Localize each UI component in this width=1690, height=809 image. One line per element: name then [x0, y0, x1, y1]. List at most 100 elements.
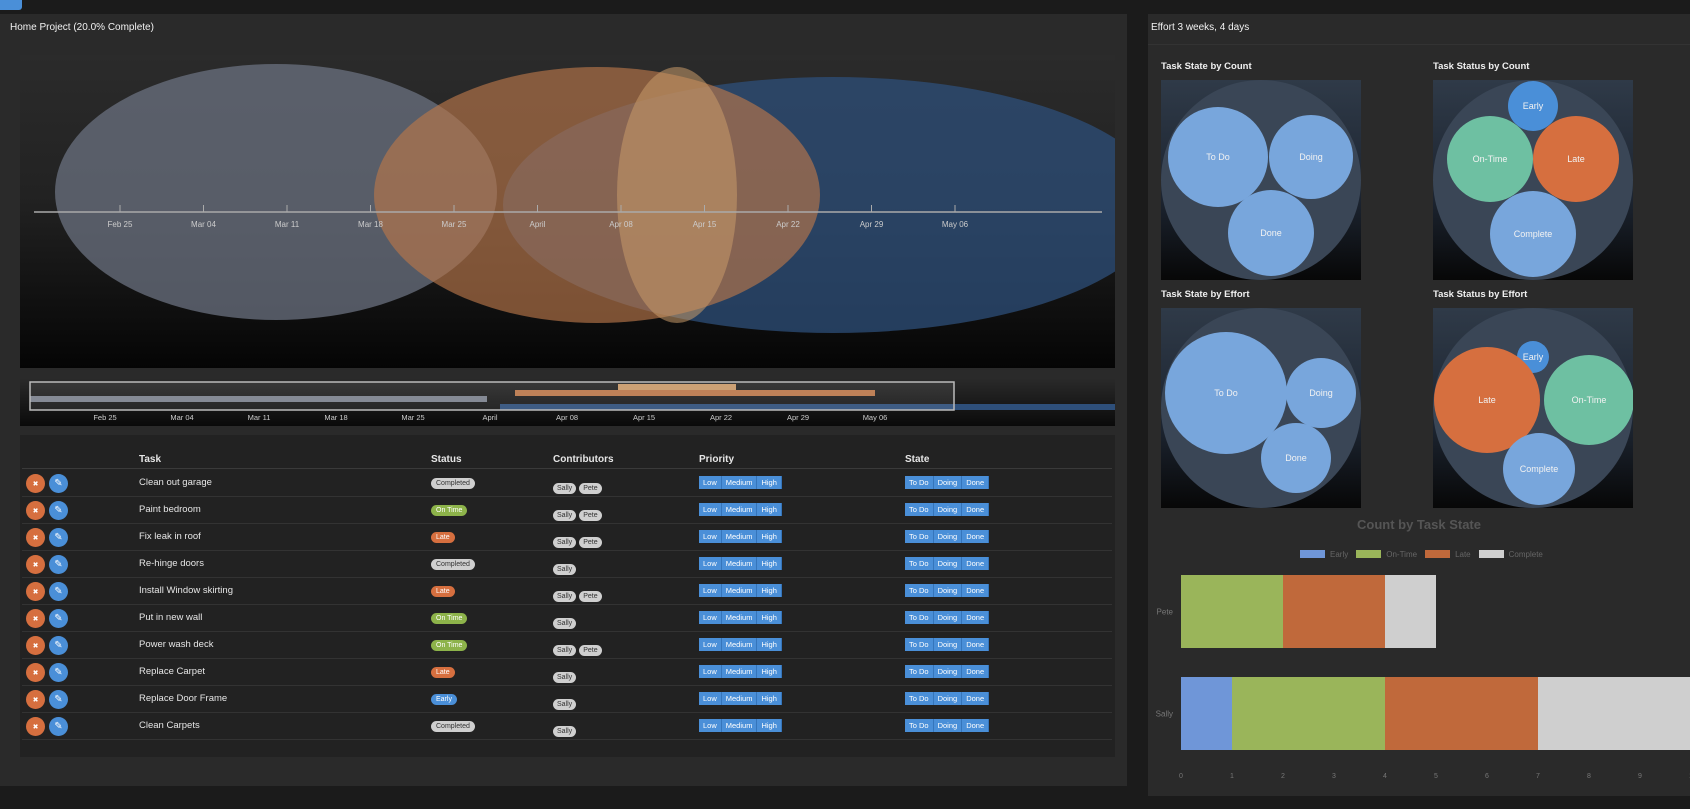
- priority-option[interactable]: High: [757, 476, 782, 489]
- bar-segment-late[interactable]: [1283, 575, 1385, 648]
- state-option[interactable]: To Do: [905, 584, 934, 597]
- priority-option[interactable]: Low: [699, 719, 722, 732]
- priority-option[interactable]: High: [757, 584, 782, 597]
- state-option[interactable]: To Do: [905, 476, 934, 489]
- state-option[interactable]: Doing: [933, 719, 963, 732]
- priority-option[interactable]: High: [757, 530, 782, 543]
- state-option[interactable]: Done: [962, 611, 990, 624]
- state-option[interactable]: Doing: [933, 530, 963, 543]
- state-option[interactable]: Done: [962, 638, 990, 651]
- state-option[interactable]: Doing: [933, 557, 963, 570]
- delete-button[interactable]: ✖: [26, 717, 45, 736]
- edit-button[interactable]: ✎: [49, 474, 68, 493]
- state-option[interactable]: To Do: [905, 530, 934, 543]
- state-option[interactable]: Doing: [933, 476, 963, 489]
- priority-option[interactable]: High: [757, 665, 782, 678]
- state-option[interactable]: Doing: [933, 665, 963, 678]
- priority-option[interactable]: Low: [699, 476, 722, 489]
- priority-option[interactable]: Medium: [721, 611, 758, 624]
- delete-button[interactable]: ✖: [26, 501, 45, 520]
- priority-option[interactable]: Medium: [721, 476, 758, 489]
- table-row: ✖ ✎ Put in new wall On Time Sally Low Medium Hi…: [22, 605, 1112, 632]
- priority-option[interactable]: Medium: [721, 719, 758, 732]
- menu-button[interactable]: [0, 0, 22, 10]
- priority-option[interactable]: Low: [699, 530, 722, 543]
- state-option[interactable]: To Do: [905, 638, 934, 651]
- state-option[interactable]: Done: [962, 476, 990, 489]
- edit-button[interactable]: ✎: [49, 636, 68, 655]
- state-option[interactable]: To Do: [905, 557, 934, 570]
- delete-button[interactable]: ✖: [26, 690, 45, 709]
- priority-option[interactable]: High: [757, 638, 782, 651]
- bar-segment-on-time[interactable]: [1232, 677, 1385, 750]
- bubble-label-todo: To Do: [1214, 388, 1238, 398]
- state-option[interactable]: Done: [962, 557, 990, 570]
- edit-button[interactable]: ✎: [49, 528, 68, 547]
- delete-button[interactable]: ✖: [26, 609, 45, 628]
- state-option[interactable]: Doing: [933, 584, 963, 597]
- priority-option[interactable]: Low: [699, 611, 722, 624]
- priority-option[interactable]: High: [757, 557, 782, 570]
- contributors: Sally: [553, 693, 579, 711]
- delete-button[interactable]: ✖: [26, 555, 45, 574]
- priority-option[interactable]: Low: [699, 665, 722, 678]
- priority-option[interactable]: Medium: [721, 530, 758, 543]
- priority-option[interactable]: Low: [699, 557, 722, 570]
- priority-option[interactable]: Medium: [721, 665, 758, 678]
- state-option[interactable]: To Do: [905, 692, 934, 705]
- state-selector: To Do Doing Done: [905, 665, 990, 678]
- state-option[interactable]: Done: [962, 584, 990, 597]
- timeline-chart[interactable]: Feb 25 Mar 04 Mar 11 Mar 18 Mar 25 April Apr 0…: [20, 55, 1115, 368]
- state-option[interactable]: Doing: [933, 638, 963, 651]
- priority-option[interactable]: Low: [699, 638, 722, 651]
- state-option[interactable]: To Do: [905, 665, 934, 678]
- edit-button[interactable]: ✎: [49, 690, 68, 709]
- priority-option[interactable]: Low: [699, 584, 722, 597]
- priority-option[interactable]: Medium: [721, 503, 758, 516]
- priority-option[interactable]: Low: [699, 692, 722, 705]
- state-selector: To Do Doing Done: [905, 584, 990, 597]
- status-badge: Completed: [431, 559, 475, 570]
- state-option[interactable]: To Do: [905, 719, 934, 732]
- bar-segment-early[interactable]: [1181, 677, 1232, 750]
- state-option[interactable]: To Do: [905, 611, 934, 624]
- priority-option[interactable]: Medium: [721, 557, 758, 570]
- edit-button[interactable]: ✎: [49, 609, 68, 628]
- delete-button[interactable]: ✖: [26, 474, 45, 493]
- bar-segment-complete[interactable]: [1385, 575, 1436, 648]
- state-option[interactable]: Done: [962, 719, 990, 732]
- timeline-overview[interactable]: Feb 25 Mar 04 Mar 11 Mar 18 Mar 25 April Apr 0…: [20, 378, 1115, 426]
- task-ellipse-4[interactable]: [617, 67, 737, 323]
- priority-option[interactable]: High: [757, 503, 782, 516]
- state-option[interactable]: Done: [962, 503, 990, 516]
- state-option[interactable]: Doing: [933, 611, 963, 624]
- edit-button[interactable]: ✎: [49, 717, 68, 736]
- state-option[interactable]: Done: [962, 692, 990, 705]
- state-option[interactable]: Done: [962, 665, 990, 678]
- state-option[interactable]: To Do: [905, 503, 934, 516]
- priority-option[interactable]: High: [757, 719, 782, 732]
- priority-option[interactable]: Medium: [721, 584, 758, 597]
- priority-option[interactable]: High: [757, 692, 782, 705]
- delete-button[interactable]: ✖: [26, 582, 45, 601]
- priority-option[interactable]: Low: [699, 503, 722, 516]
- status-badge: Late: [431, 667, 455, 678]
- delete-button[interactable]: ✖: [26, 663, 45, 682]
- bar-segment-late[interactable]: [1385, 677, 1538, 750]
- task-ellipse-3[interactable]: [374, 67, 820, 323]
- state-option[interactable]: Doing: [933, 503, 963, 516]
- priority-option[interactable]: Medium: [721, 692, 758, 705]
- edit-button[interactable]: ✎: [49, 582, 68, 601]
- bar-segment-on-time[interactable]: [1181, 575, 1283, 648]
- edit-button[interactable]: ✎: [49, 501, 68, 520]
- overview-brush[interactable]: [29, 381, 955, 411]
- state-option[interactable]: Done: [962, 530, 990, 543]
- delete-button[interactable]: ✖: [26, 636, 45, 655]
- delete-button[interactable]: ✖: [26, 528, 45, 547]
- state-option[interactable]: Doing: [933, 692, 963, 705]
- priority-option[interactable]: High: [757, 611, 782, 624]
- priority-option[interactable]: Medium: [721, 638, 758, 651]
- edit-button[interactable]: ✎: [49, 663, 68, 682]
- bar-segment-complete[interactable]: [1538, 677, 1690, 750]
- edit-button[interactable]: ✎: [49, 555, 68, 574]
